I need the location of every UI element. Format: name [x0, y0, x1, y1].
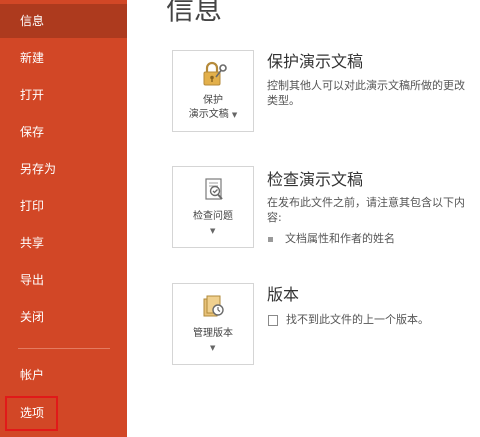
nav-item-save[interactable]: 保存: [0, 115, 127, 149]
protect-button-line1: 保护: [203, 95, 223, 106]
nav-item-print[interactable]: 打印: [0, 189, 127, 223]
nav-item-share[interactable]: 共享: [0, 226, 127, 260]
inspect-section-title: 检查演示文稿: [267, 170, 364, 189]
inspect-document-icon: [205, 178, 223, 200]
nav-item-account[interactable]: 帐户: [0, 358, 127, 392]
nav-item-info[interactable]: 信息: [0, 4, 127, 38]
check-for-issues-button[interactable]: 检查问题 ▼: [172, 166, 254, 248]
nav-item-export[interactable]: 导出: [0, 263, 127, 297]
versions-icon: [203, 295, 224, 317]
protect-section-title: 保护演示文稿: [267, 52, 364, 71]
chevron-down-icon: ▼: [231, 111, 238, 119]
manage-versions-button[interactable]: 管理版本 ▼: [172, 283, 254, 365]
nav-item-close[interactable]: 关闭: [0, 300, 127, 334]
page-title: 信息: [166, 0, 223, 26]
manage-versions-label: 管理版本: [193, 328, 233, 339]
chevron-down-icon: ▼: [210, 227, 216, 235]
nav-item-new[interactable]: 新建: [0, 41, 127, 75]
document-icon: [268, 314, 278, 326]
chevron-down-icon: ▼: [210, 344, 216, 352]
check-issues-label: 检查问题: [193, 211, 233, 222]
versions-section-title: 版本: [267, 285, 300, 304]
bullet-icon: [268, 236, 273, 242]
nav-item-save-as[interactable]: 另存为: [0, 152, 127, 186]
sidebar-divider: [18, 348, 110, 349]
protect-presentation-button[interactable]: 保护 演示文稿 ▼: [172, 50, 254, 132]
protect-button-line2: 演示文稿: [188, 109, 229, 120]
inspect-bullet-text: 文档属性和作者的姓名: [285, 232, 395, 245]
inspect-bullet-row: 文档属性和作者的姓名: [268, 232, 395, 246]
lock-key-icon: [203, 61, 227, 86]
versions-bullet-text: 找不到此文件的上一个版本。: [286, 313, 429, 326]
nav-item-open[interactable]: 打开: [0, 78, 127, 112]
backstage-sidebar: 信息 新建 打开 保存 另存为 打印 共享 导出 关闭 帐户 选项: [0, 0, 127, 437]
options-highlight-box: [5, 396, 58, 431]
protect-section-description: 控制其他人可以对此演示文稿所做的更改类型。: [267, 79, 465, 107]
inspect-section-description: 在发布此文件之前，请注意其包含以下内容:: [267, 196, 465, 224]
versions-bullet-row: 找不到此文件的上一个版本。: [268, 313, 429, 327]
